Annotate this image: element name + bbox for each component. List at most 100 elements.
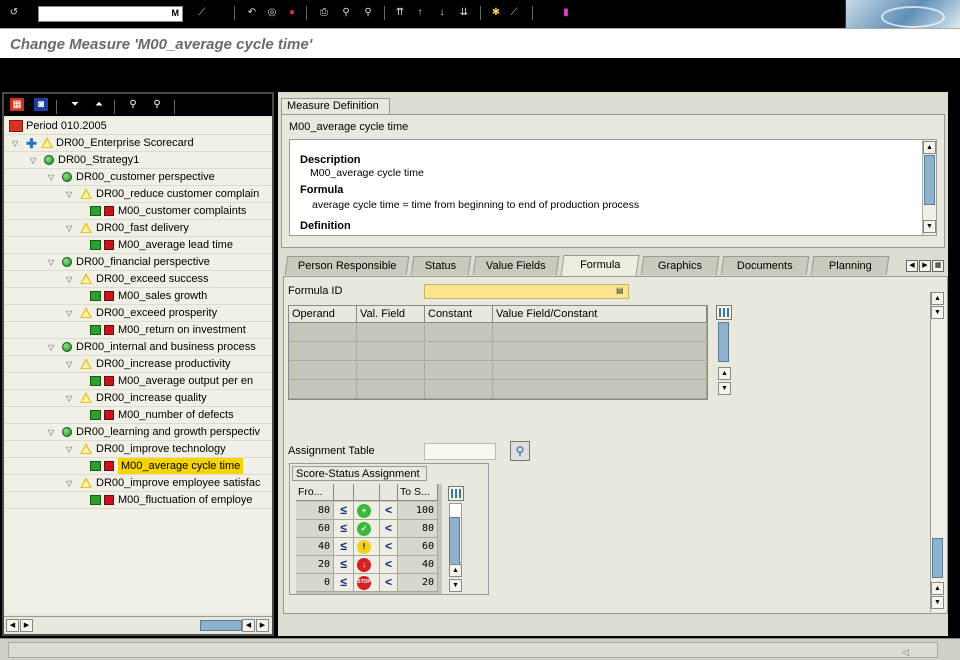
tree-node[interactable]: M00_average lead time bbox=[4, 237, 272, 254]
last-page-icon[interactable]: ⇊ bbox=[458, 7, 470, 19]
tree-node[interactable]: M00_return on investment bbox=[4, 322, 272, 339]
score-to-cell[interactable]: 40 bbox=[398, 556, 438, 574]
tab-planning[interactable]: Planning bbox=[810, 256, 890, 275]
scroll-down-icon[interactable]: ▼ bbox=[449, 579, 462, 592]
expand-toggle-icon[interactable]: ▽ bbox=[48, 428, 57, 437]
tab-documents[interactable]: Documents bbox=[720, 256, 810, 275]
tab-value-fields[interactable]: Value Fields bbox=[472, 256, 560, 275]
display-icon[interactable]: ▦ bbox=[10, 98, 24, 111]
tree-node[interactable]: ▽ DR00_internal and business process bbox=[4, 339, 272, 356]
value-help-icon[interactable]: ▤ bbox=[616, 286, 626, 297]
score-to-cell[interactable]: 80 bbox=[398, 520, 438, 538]
scrollbar-thumb[interactable] bbox=[449, 517, 460, 565]
status-cell[interactable]: + bbox=[354, 502, 380, 520]
scroll-down-icon[interactable]: ▼ bbox=[931, 596, 944, 609]
scrollbar-thumb[interactable] bbox=[718, 322, 729, 362]
print-icon[interactable]: ⎙ bbox=[318, 7, 330, 19]
status-expand-icon[interactable]: ◁ bbox=[902, 647, 909, 658]
table-settings-icon[interactable] bbox=[716, 305, 732, 320]
score-from-cell[interactable]: 20 bbox=[296, 556, 334, 574]
layout-icon[interactable]: ▮ bbox=[560, 7, 572, 19]
first-page-icon[interactable]: ⇈ bbox=[394, 7, 406, 19]
tab-formula[interactable]: Formula bbox=[560, 255, 640, 276]
expand-toggle-icon[interactable]: ▽ bbox=[66, 275, 75, 284]
tree-node[interactable]: ▽ DR00_improve technology bbox=[4, 441, 272, 458]
scroll-right-icon[interactable]: ▶ bbox=[20, 619, 33, 632]
expand-toggle-icon[interactable]: ▽ bbox=[30, 156, 39, 165]
status-cell[interactable]: ↓ bbox=[354, 556, 380, 574]
score-from-cell[interactable]: 0 bbox=[296, 574, 334, 592]
column-header[interactable] bbox=[380, 484, 398, 501]
tree-node[interactable]: M00_average output per en bbox=[4, 373, 272, 390]
find-next-icon[interactable]: ⚲ bbox=[150, 98, 164, 111]
prev-page-icon[interactable]: ↑ bbox=[414, 7, 426, 19]
status-cell[interactable]: ! bbox=[354, 538, 380, 556]
operator-cell[interactable]: < bbox=[380, 520, 398, 538]
tree-node[interactable]: M00_number of defects bbox=[4, 407, 272, 424]
assignment-table-input[interactable] bbox=[424, 443, 496, 460]
expand-toggle-icon[interactable]: ▽ bbox=[66, 479, 75, 488]
tree-node[interactable]: ▽ DR00_exceed success bbox=[4, 271, 272, 288]
content-vertical-scrollbar[interactable]: ▲ ▼ ▲ ▼ bbox=[930, 292, 946, 612]
formula-id-input[interactable]: ▤ bbox=[424, 284, 629, 299]
column-header[interactable]: To S... bbox=[398, 484, 438, 501]
score-from-cell[interactable]: 60 bbox=[296, 520, 334, 538]
score-from-cell[interactable]: 40 bbox=[296, 538, 334, 556]
score-to-cell[interactable]: 60 bbox=[398, 538, 438, 556]
operator-cell[interactable]: < bbox=[380, 574, 398, 592]
tab-status[interactable]: Status bbox=[410, 256, 472, 275]
operator-cell[interactable]: ≤ bbox=[334, 520, 354, 538]
table-settings-icon[interactable] bbox=[448, 486, 464, 501]
cancel-icon[interactable]: ● bbox=[286, 7, 298, 19]
tree-node[interactable]: ▽ DR00_improve employee satisfac bbox=[4, 475, 272, 492]
column-header[interactable] bbox=[354, 484, 380, 501]
expand-toggle-icon[interactable]: ▽ bbox=[48, 258, 57, 267]
table-cell[interactable] bbox=[425, 381, 493, 399]
tab-graphics[interactable]: Graphics bbox=[640, 256, 720, 275]
column-header[interactable]: Val. Field bbox=[357, 306, 425, 323]
scroll-down-icon[interactable]: ▼ bbox=[923, 220, 936, 233]
scroll-right-icon[interactable]: ▶ bbox=[256, 619, 269, 632]
operator-cell[interactable]: ≤ bbox=[334, 556, 354, 574]
scroll-up-icon[interactable]: ▲ bbox=[931, 582, 944, 595]
table-cell[interactable] bbox=[493, 362, 707, 380]
column-header[interactable] bbox=[334, 484, 354, 501]
scroll-up-icon[interactable]: ▲ bbox=[931, 292, 944, 305]
expand-toggle-icon[interactable]: ▽ bbox=[48, 173, 57, 182]
scroll-left-icon[interactable]: ◀ bbox=[242, 619, 255, 632]
collapse-icon[interactable]: ⏶ bbox=[92, 98, 106, 111]
table-cell[interactable] bbox=[357, 362, 425, 380]
back-icon[interactable]: ↶ bbox=[246, 7, 258, 19]
table-cell[interactable] bbox=[289, 343, 357, 361]
table-cell[interactable] bbox=[425, 343, 493, 361]
expand-toggle-icon[interactable]: ▽ bbox=[66, 309, 75, 318]
operator-cell[interactable]: < bbox=[380, 538, 398, 556]
tree-node[interactable]: ▽ DR00_exceed prosperity bbox=[4, 305, 272, 322]
status-cell[interactable]: STOP bbox=[354, 574, 380, 592]
column-header[interactable]: Fro... bbox=[296, 484, 334, 501]
scroll-down-icon[interactable]: ▼ bbox=[931, 306, 944, 319]
documentation-scrollbar[interactable]: ▲ ▼ bbox=[922, 140, 936, 235]
score-to-cell[interactable]: 100 bbox=[398, 502, 438, 520]
scroll-left-icon[interactable]: ◀ bbox=[6, 619, 19, 632]
command-field[interactable]: M bbox=[38, 6, 183, 22]
score-to-cell[interactable]: 20 bbox=[398, 574, 438, 592]
tree-node[interactable]: ▽ DR00_increase quality bbox=[4, 390, 272, 407]
operator-cell[interactable]: ≤ bbox=[334, 502, 354, 520]
expand-toggle-icon[interactable]: ▽ bbox=[48, 343, 57, 352]
column-header[interactable]: Operand bbox=[289, 306, 357, 323]
table-cell[interactable] bbox=[493, 381, 707, 399]
scroll-down-icon[interactable]: ▼ bbox=[718, 382, 731, 395]
scroll-up-icon[interactable]: ▲ bbox=[449, 564, 462, 577]
save-icon[interactable]: ◙ bbox=[34, 98, 48, 111]
shortcut-icon[interactable]: ⟋ bbox=[508, 7, 520, 19]
save-icon[interactable]: ⟋ bbox=[196, 7, 208, 19]
expand-toggle-icon[interactable]: ▽ bbox=[66, 445, 75, 454]
find-next-icon[interactable]: ⚲ bbox=[362, 7, 374, 19]
tab-person-responsible[interactable]: Person Responsible bbox=[284, 256, 410, 275]
tree-node[interactable]: ▽ ✚ DR00_Enterprise Scorecard bbox=[4, 135, 272, 152]
expand-toggle-icon[interactable]: ▽ bbox=[12, 139, 21, 148]
tree-node[interactable]: M00_fluctuation of employe bbox=[4, 492, 272, 509]
column-header[interactable]: Value Field/Constant bbox=[493, 306, 707, 323]
expand-toggle-icon[interactable]: ▽ bbox=[66, 190, 75, 199]
